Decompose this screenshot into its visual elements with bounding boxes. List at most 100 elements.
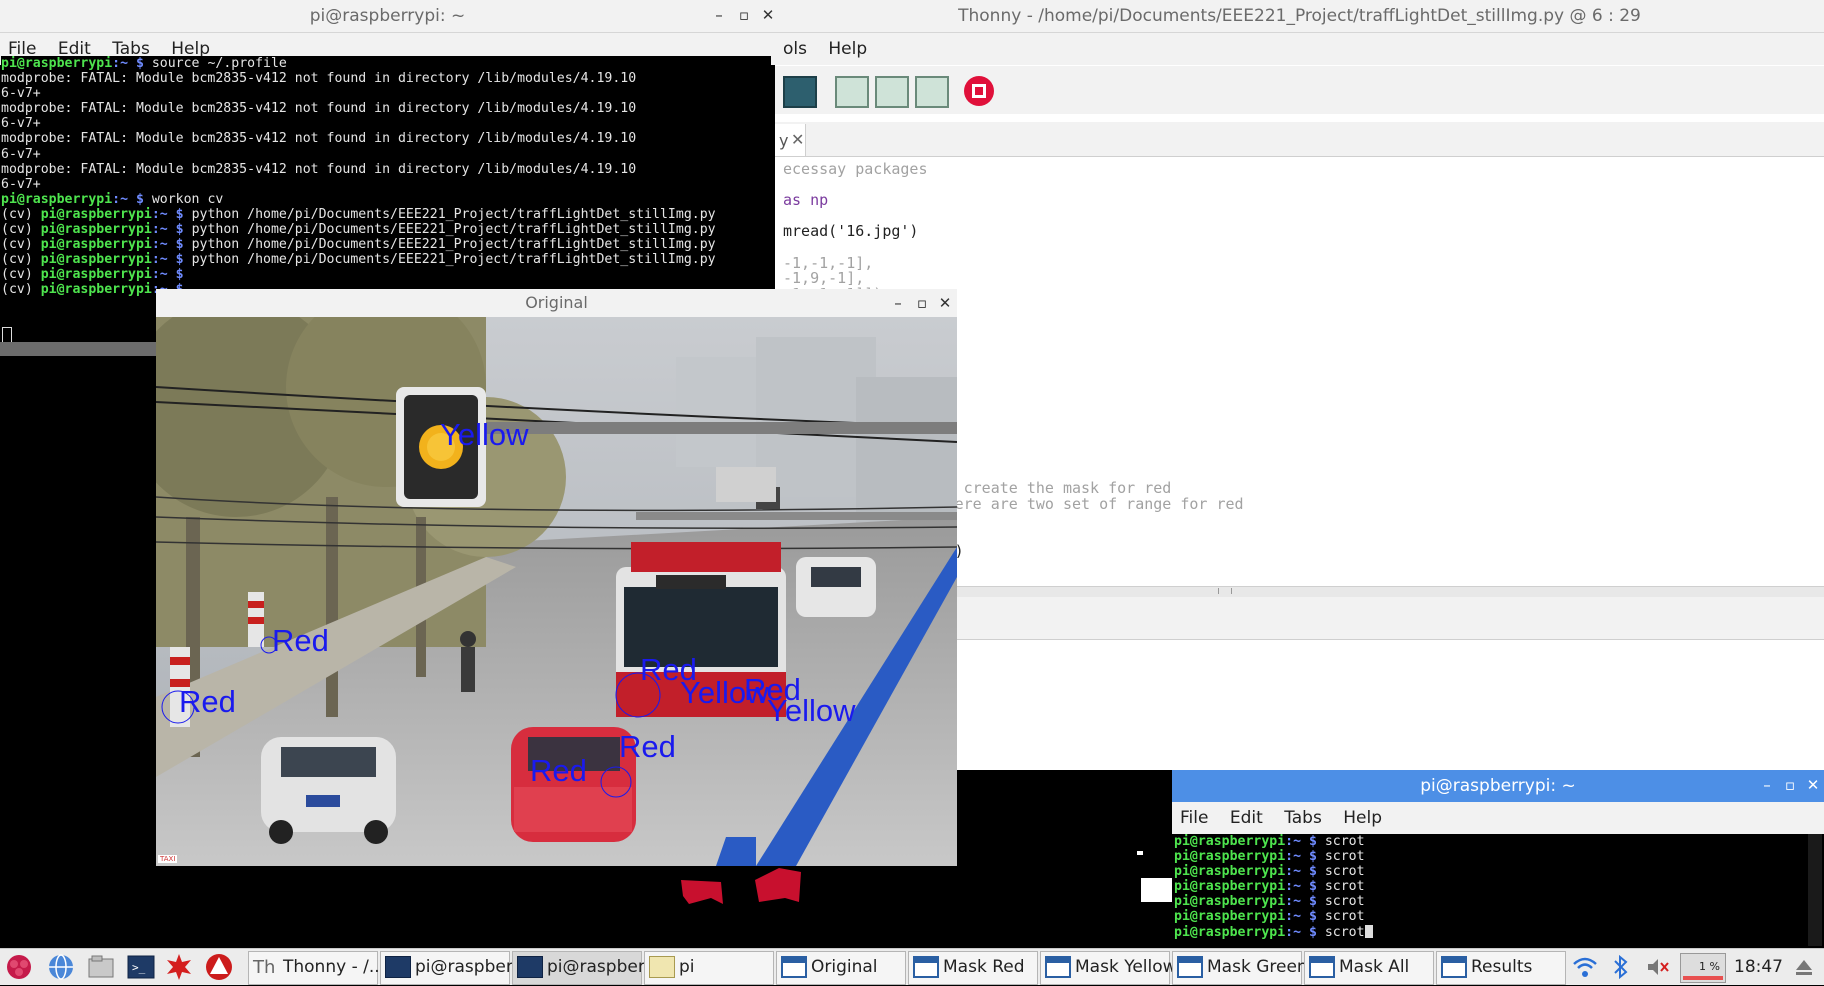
- prompt-path: :~ $: [1285, 924, 1317, 940]
- venv-prefix: (cv): [1, 267, 41, 283]
- menu-tools[interactable]: ols: [775, 33, 815, 59]
- prompt-path: :~ $: [112, 191, 144, 207]
- menu-help[interactable]: Help: [1335, 802, 1390, 828]
- task-mask-yellow[interactable]: Mask Yellow: [1040, 951, 1177, 985]
- terminal-command: workon cv: [143, 191, 224, 207]
- maximize-icon[interactable]: ▫: [1779, 774, 1801, 796]
- terminal-line-text: 6-v7+: [1, 146, 41, 162]
- prompt-path: :~ $: [1285, 834, 1317, 849]
- venv-prefix: (cv): [1, 282, 41, 298]
- eject-icon[interactable]: [1794, 957, 1814, 981]
- terminal-command: scrot: [1316, 849, 1365, 865]
- volume-muted-icon[interactable]: [1646, 957, 1670, 981]
- terminal1-title: pi@raspberrypi: ~: [309, 6, 466, 26]
- bluetooth-icon[interactable]: [1612, 954, 1630, 983]
- window-icon: [1177, 956, 1203, 978]
- detection-label: Red: [619, 729, 676, 764]
- terminal2-output[interactable]: pi@raspberrypi:~ $ scrot pi@raspberrypi:~…: [1174, 834, 1804, 944]
- terminal-launcher-icon[interactable]: >_: [126, 952, 156, 982]
- terminal2-titlebar[interactable]: pi@raspberrypi: ~ – ▫ ✕: [1172, 770, 1824, 802]
- detection-label: Red: [179, 684, 236, 719]
- terminal-line: 6-v7+: [1, 116, 771, 131]
- terminal2-scrollbar[interactable]: [1808, 834, 1822, 946]
- close-icon[interactable]: ✕: [757, 4, 779, 26]
- terminal-line: (cv) pi@raspberrypi:~ $ python /home/pi/…: [1, 237, 771, 252]
- minimize-icon[interactable]: –: [887, 292, 909, 314]
- detection-label: Red: [530, 753, 587, 788]
- terminal-line-text: modprobe: FATAL: Module bcm2835-v412 not…: [1, 161, 637, 177]
- prompt-path: :~ $: [151, 206, 184, 222]
- terminal-line-text: modprobe: FATAL: Module bcm2835-v412 not…: [1, 101, 637, 117]
- prompt-user: pi@raspberrypi: [1174, 894, 1286, 910]
- prompt-user: pi@raspberrypi: [40, 237, 152, 253]
- prompt-user: pi@raspberrypi: [1174, 879, 1286, 895]
- task-mask-red[interactable]: Mask Red: [908, 951, 1038, 985]
- detection-label: Yellow: [440, 417, 529, 452]
- step-out-icon[interactable]: [915, 76, 949, 108]
- prompt-path: :~ $: [1285, 864, 1317, 880]
- close-tab-icon[interactable]: ✕: [791, 130, 804, 149]
- wifi-icon[interactable]: [1572, 955, 1598, 984]
- svg-text:>_: >_: [132, 961, 146, 974]
- terminal-line-text: 6-v7+: [1, 86, 41, 102]
- menu-edit[interactable]: Edit: [1222, 802, 1271, 828]
- thonny-titlebar[interactable]: Thonny - /home/pi/Documents/EEE221_Proje…: [775, 0, 1824, 33]
- debug-icon[interactable]: [783, 76, 817, 108]
- task-thonny[interactable]: Th Thonny - /...: [248, 951, 385, 985]
- prompt-user: pi@raspberrypi: [40, 206, 152, 222]
- browser-globe-icon[interactable]: [46, 952, 76, 982]
- original-title: Original: [525, 293, 588, 312]
- detection-label: Red: [272, 623, 329, 658]
- prompt-user: pi@raspberrypi: [40, 282, 152, 298]
- stop-icon[interactable]: [964, 76, 994, 106]
- mask-white-blob: [1137, 851, 1143, 855]
- terminal-line: modprobe: FATAL: Module bcm2835-v412 not…: [1, 162, 771, 177]
- raspberry-menu-icon[interactable]: [4, 952, 34, 982]
- terminal-command: python /home/pi/Documents/EEE221_Project…: [183, 252, 716, 268]
- task-terminal-1[interactable]: pi@raspber...: [380, 951, 527, 985]
- thonny-toolbar: [775, 66, 1824, 114]
- prompt-user: pi@raspberrypi: [1174, 864, 1286, 880]
- terminal2-title: pi@raspberrypi: ~: [1420, 776, 1576, 796]
- menu-file[interactable]: File: [1172, 802, 1216, 828]
- maximize-icon[interactable]: ▫: [733, 4, 755, 26]
- prompt-user: pi@raspberrypi: [1174, 924, 1286, 940]
- terminal-line: (cv) pi@raspberrypi:~ $ python /home/pi/…: [1, 222, 771, 237]
- terminal1-titlebar[interactable]: pi@raspberrypi: ~ – ▫ ✕: [0, 0, 775, 33]
- task-terminal-2[interactable]: pi@raspber...: [512, 951, 659, 985]
- task-mask-all[interactable]: Mask All: [1304, 951, 1434, 985]
- close-icon[interactable]: ✕: [934, 292, 956, 314]
- task-mask-green[interactable]: Mask Green: [1172, 951, 1308, 985]
- original-titlebar[interactable]: Original – ▫ ✕: [156, 289, 957, 318]
- thonny-title: Thonny - /home/pi/Documents/EEE221_Proje…: [958, 6, 1641, 26]
- task-original[interactable]: Original: [776, 951, 906, 985]
- file-manager-icon[interactable]: [86, 952, 116, 982]
- minimize-icon[interactable]: –: [708, 4, 730, 26]
- terminal-command: scrot: [1316, 879, 1365, 895]
- venv-prefix: (cv): [1, 252, 41, 268]
- math-kernel-icon[interactable]: [164, 952, 194, 982]
- editor-tab[interactable]: y ✕: [775, 124, 806, 156]
- close-icon[interactable]: ✕: [1802, 774, 1824, 796]
- window-icon: [1309, 956, 1335, 978]
- prompt-user: pi@raspberrypi: [1174, 849, 1286, 865]
- menu-tabs[interactable]: Tabs: [1276, 802, 1330, 828]
- terminal-line: 6-v7+: [1, 177, 771, 192]
- wolfram-icon[interactable]: [204, 952, 234, 982]
- terminal-command: scrot: [1316, 864, 1365, 880]
- prompt-path: :~ $: [151, 222, 184, 238]
- maximize-icon[interactable]: ▫: [911, 292, 933, 314]
- editor-tab-label: y: [779, 131, 789, 150]
- terminal-line: pi@raspberrypi:~ $ workon cv: [1, 192, 771, 207]
- menu-help[interactable]: Help: [820, 33, 875, 59]
- terminal-line: pi@raspberrypi:~ $ scrot: [1174, 834, 1804, 849]
- step-into-icon[interactable]: [875, 76, 909, 108]
- minimize-icon[interactable]: –: [1756, 774, 1778, 796]
- prompt-path: :~ $: [1285, 849, 1317, 865]
- task-results[interactable]: Results: [1436, 951, 1566, 985]
- terminal-line: pi@raspberrypi:~ $ scrot: [1174, 864, 1804, 879]
- task-folder-pi[interactable]: pi: [644, 951, 774, 985]
- step-over-icon[interactable]: [835, 76, 869, 108]
- thonny-menubar: ols Help: [775, 33, 1824, 65]
- terminal-command: scrot: [1316, 924, 1365, 940]
